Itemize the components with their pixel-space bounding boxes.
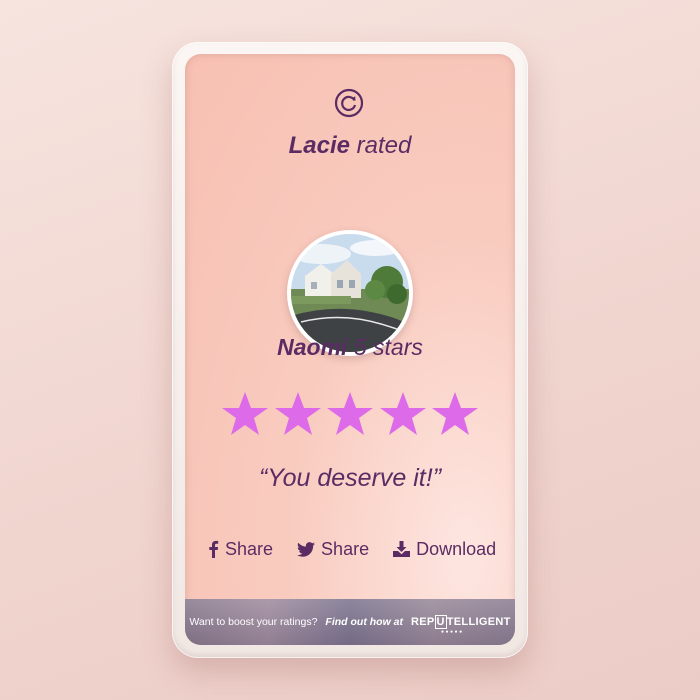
logo-dots: ●●●●● — [441, 629, 464, 635]
facebook-share-button[interactable]: Share — [207, 539, 273, 560]
promo-cta-link[interactable]: Find out how at — [325, 616, 403, 628]
rater-name: Lacie — [288, 132, 350, 159]
star-icon — [379, 392, 426, 435]
subject-line: Naomi 5 stars — [185, 334, 515, 361]
twitter-share-label: Share — [321, 538, 370, 559]
download-label: Download — [416, 538, 497, 559]
twitter-share-button[interactable]: Share — [297, 539, 369, 560]
star-icon — [274, 392, 321, 435]
promo-text: Want to boost your ratings? — [189, 616, 318, 628]
subject-suffix: 5 stars — [347, 334, 423, 360]
rating-quote: “You deserve it!” — [258, 464, 442, 492]
download-button[interactable]: Download — [393, 539, 496, 560]
promo-banner: Want to boost your ratings? Find out how… — [185, 599, 515, 645]
rater-suffix: rated — [350, 132, 412, 159]
star-icon — [432, 392, 478, 435]
download-icon — [393, 541, 411, 557]
star-icon — [222, 392, 268, 435]
subject-name: Naomi — [277, 334, 348, 360]
share-actions: Share Share Download — [207, 537, 507, 561]
rating-card: Lacie rated Naomi 5 stars “You deserve i… — [185, 54, 515, 645]
phone-frame: Lacie rated Naomi 5 stars “You deserve i… — [172, 42, 528, 658]
refresh-icon[interactable] — [334, 88, 364, 118]
rater-line: Lacie rated — [185, 132, 515, 160]
twitter-icon — [297, 541, 316, 557]
star-rating — [220, 390, 480, 444]
star-icon — [327, 392, 373, 435]
facebook-share-label: Share — [225, 538, 274, 559]
reputelligent-logo[interactable]: REP U TELLIGENT ●●●●● — [411, 615, 511, 635]
facebook-icon — [209, 540, 219, 558]
